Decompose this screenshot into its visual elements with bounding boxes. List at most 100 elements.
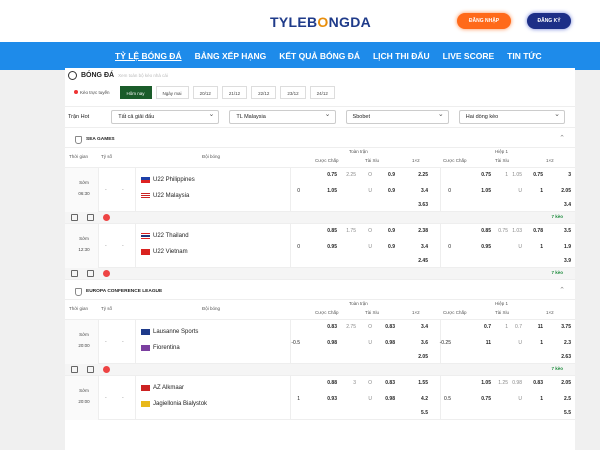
home-team[interactable]: AZ Alkmaar [141,385,184,391]
odds-cell[interactable]: U [518,396,522,402]
odds-cell[interactable]: 2.75 [346,324,356,330]
away-team[interactable]: U22 Vietnam [141,249,188,255]
odds-cell[interactable]: 1.25 [498,380,508,386]
tab-live[interactable]: Kèo trực tuyến [68,85,116,99]
odds-cell[interactable]: -0.25 [440,340,451,346]
odds-cell[interactable]: O [368,324,372,330]
site-logo[interactable]: TYLEBONGDA [270,14,371,30]
tab-date[interactable]: 22/12 [251,85,277,99]
away-team[interactable]: Fiorentina [141,345,180,351]
tab-tomorrow[interactable]: Ngày mai [155,85,189,99]
tab-date[interactable]: 23/12 [280,85,306,99]
odds-cell[interactable]: 2.25 [346,172,356,178]
odds-cell[interactable]: U [518,340,522,346]
tab-date[interactable]: 21/12 [221,85,248,99]
odds-cell[interactable]: 0 [297,244,300,250]
away-team[interactable]: U22 Malaysia [141,193,189,199]
match-row[interactable]: Sớm 20:00 - - AZ Alkmaar Jagiellonia Bialysto… [65,376,575,420]
odds-cell[interactable]: 0.9 [388,188,395,194]
tournament-select[interactable]: Tất cả giải đấu [111,109,220,124]
match-row[interactable]: Sớm 12:30 - - U22 Thailand U22 Vietnam 0.85 1.7… [65,224,575,268]
odds-cell[interactable]: 0.75 [481,172,491,178]
odds-cell[interactable]: 0.95 [327,244,337,250]
odds-cell[interactable]: 0.95 [481,244,491,250]
odds-cell[interactable]: 1 [540,244,543,250]
odds-cell[interactable]: 1 [540,340,543,346]
odds-type-select[interactable]: Hai dòng kèo [458,109,565,124]
tab-today[interactable]: Hôm nay [119,85,152,99]
tab-date[interactable]: 24/12 [309,85,335,99]
chart-icon[interactable] [87,366,94,373]
more-odds-button[interactable]: 7 kèo [551,366,563,371]
live-icon[interactable] [103,270,110,277]
odds-cell[interactable]: 3.4 [421,188,428,194]
odds-cell[interactable]: 2.3 [564,340,571,346]
odds-cell[interactable]: 2.63 [561,354,571,360]
more-odds-button[interactable]: 7 kèo [551,214,563,219]
odds-cell[interactable]: 0.85 [327,228,337,234]
stats-icon[interactable] [71,270,78,277]
odds-cell[interactable]: 11 [486,340,491,346]
odds-cell[interactable]: U [368,188,372,194]
nav-schedule[interactable]: LỊCH THI ĐẤU [373,51,430,61]
league-header[interactable]: SEA GAMES ⌃ [65,132,575,148]
odds-cell[interactable]: 5.5 [421,410,428,416]
odds-cell[interactable]: 3.4 [421,324,428,330]
chevron-up-icon[interactable]: ⌃ [559,134,565,142]
odds-cell[interactable]: 3.5 [564,228,571,234]
odds-cell[interactable]: 0.9 [388,172,395,178]
odds-cell[interactable]: 1.05 [512,172,522,178]
nav-standings[interactable]: BẢNG XẾP HẠNG [195,51,267,61]
odds-cell[interactable]: 1 [505,172,508,178]
odds-cell[interactable]: -0.5 [291,340,300,346]
odds-cell[interactable]: U [368,244,372,250]
odds-cell[interactable]: 0.75 [533,172,543,178]
chart-icon[interactable] [87,270,94,277]
more-odds-button[interactable]: 7 kèo [551,270,563,275]
odds-cell[interactable]: 3.6 [421,340,428,346]
odds-cell[interactable]: 3.4 [421,244,428,250]
away-team[interactable]: Jagiellonia Bialystok [141,401,207,407]
odds-cell[interactable]: 1 [505,324,508,330]
match-row[interactable]: Sớm 20:00 - - Lausanne Sports Fiorentina 0.83 2… [65,320,575,364]
odds-cell[interactable]: 0.83 [385,324,395,330]
home-team[interactable]: Lausanne Sports [141,329,198,335]
chevron-up-icon[interactable]: ⌃ [559,286,565,294]
odds-cell[interactable]: 1 [540,396,543,402]
odds-cell[interactable]: U [368,396,372,402]
odds-cell[interactable]: U [518,188,522,194]
odds-cell[interactable]: 0.7 [515,324,522,330]
nav-odds[interactable]: TỶ LỆ BÓNG ĐÁ [115,51,182,61]
odds-cell[interactable]: 0.9 [388,244,395,250]
odds-cell[interactable]: 3 [353,380,356,386]
odds-cell[interactable]: 3.4 [564,202,571,208]
odds-cell[interactable]: 2.05 [561,380,571,386]
odds-cell[interactable]: 1.03 [512,228,522,234]
odds-cell[interactable]: 4.2 [421,396,428,402]
odds-cell[interactable]: U [368,340,372,346]
odds-cell[interactable]: 0.93 [327,396,337,402]
odds-cell[interactable]: O [368,228,372,234]
login-button[interactable]: ĐĂNG NHẬP [457,13,511,29]
odds-cell[interactable]: 0.83 [533,380,543,386]
match-row[interactable]: Sớm 06:30 - - U22 Philippines U22 Malaysia 0.7… [65,168,575,212]
odds-cell[interactable]: 5.5 [564,410,571,416]
odds-cell[interactable]: O [368,172,372,178]
odds-cell[interactable]: 2.38 [418,228,428,234]
nav-news[interactable]: TIN TỨC [507,51,541,61]
odds-cell[interactable]: 0.75 [498,228,508,234]
odds-cell[interactable]: 0 [448,188,451,194]
odds-cell[interactable]: 3.63 [418,202,428,208]
odds-cell[interactable]: 1.05 [481,380,491,386]
live-icon[interactable] [103,214,110,221]
odds-cell[interactable]: 0.98 [385,340,395,346]
odds-cell[interactable]: 3.75 [561,324,571,330]
odds-cell[interactable]: 3.9 [564,258,571,264]
nav-results[interactable]: KẾT QUẢ BÓNG ĐÁ [279,51,360,61]
odds-cell[interactable]: U [518,244,522,250]
odds-cell[interactable]: 0 [297,188,300,194]
odds-cell[interactable]: 0.78 [533,228,543,234]
odds-cell[interactable]: 0.98 [385,396,395,402]
stats-icon[interactable] [71,214,78,221]
odds-cell[interactable]: 2.05 [418,354,428,360]
